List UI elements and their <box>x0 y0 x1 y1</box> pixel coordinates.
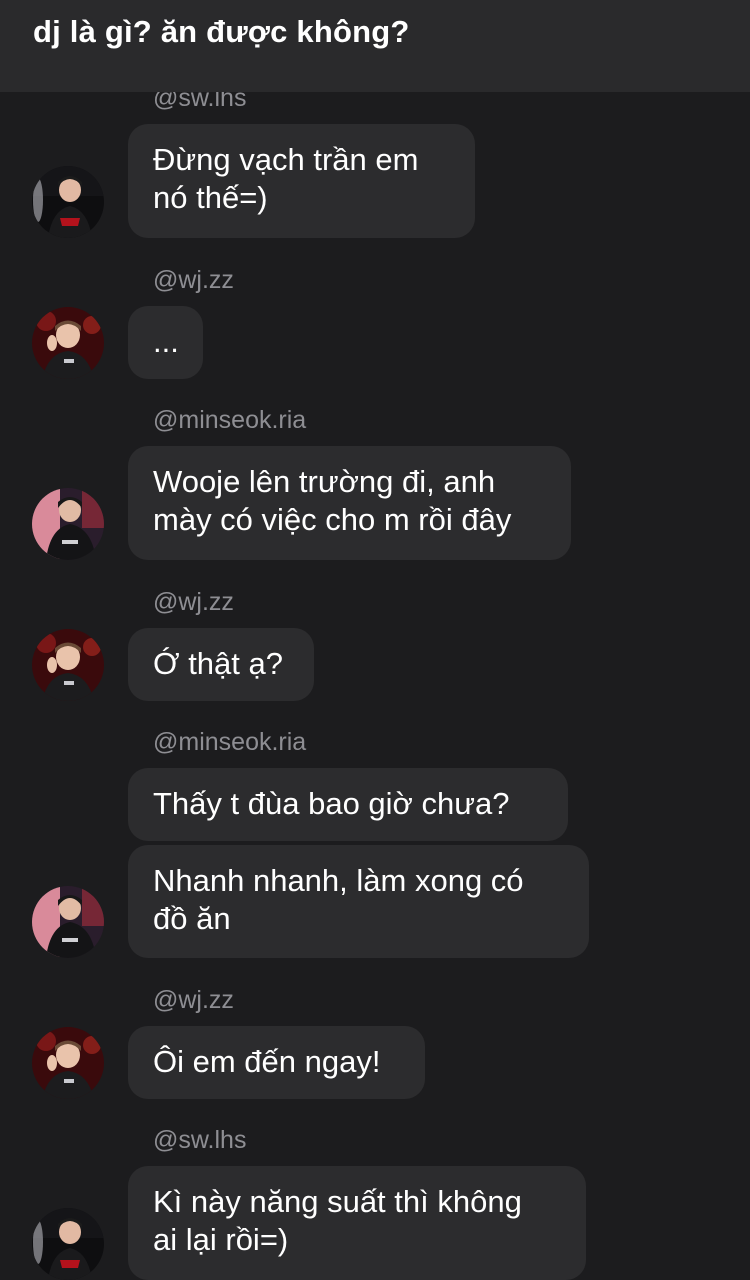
message-bubble[interactable]: Kì này năng suất thì không ai lại rồi=) <box>128 1166 586 1280</box>
avatar-wj-zz[interactable] <box>32 1027 104 1099</box>
message-bubble[interactable]: Nhanh nhanh, làm xong có đồ ăn <box>128 845 589 958</box>
message-username[interactable]: @wj.zz <box>153 588 234 617</box>
message-bubble[interactable]: ... <box>128 306 203 379</box>
message-bubble[interactable]: Ớ thật ạ? <box>128 628 314 701</box>
avatar-minseok-ria[interactable] <box>32 886 104 958</box>
message-username[interactable]: @minseok.ria <box>153 406 306 435</box>
message-username[interactable]: @minseok.ria <box>153 728 306 757</box>
avatar-wj-zz[interactable] <box>32 629 104 701</box>
message-username[interactable]: @wj.zz <box>153 266 234 295</box>
message-bubble[interactable]: Wooje lên trường đi, anh mày có việc cho… <box>128 446 571 560</box>
avatar-wj-zz[interactable] <box>32 307 104 379</box>
chat-title[interactable]: dj là gì? ăn được không? <box>33 14 410 50</box>
avatar-sw-lhs[interactable] <box>32 1208 104 1280</box>
avatar-minseok-ria[interactable] <box>32 488 104 560</box>
message-bubble[interactable]: Thấy t đùa bao giờ chưa? <box>128 768 568 841</box>
message-username[interactable]: @sw.lhs <box>153 1126 246 1155</box>
message-bubble[interactable]: Đừng vạch trần em nó thế=) <box>128 124 475 238</box>
chat-header: dj là gì? ăn được không? <box>0 0 750 92</box>
chat-thread[interactable]: @sw.lhs Đừng vạch trần em nó thế=) @wj.z… <box>0 0 750 1280</box>
message-bubble[interactable]: Ôi em đến ngay! <box>128 1026 425 1099</box>
message-username[interactable]: @wj.zz <box>153 986 234 1015</box>
avatar-sw-lhs[interactable] <box>32 166 104 238</box>
